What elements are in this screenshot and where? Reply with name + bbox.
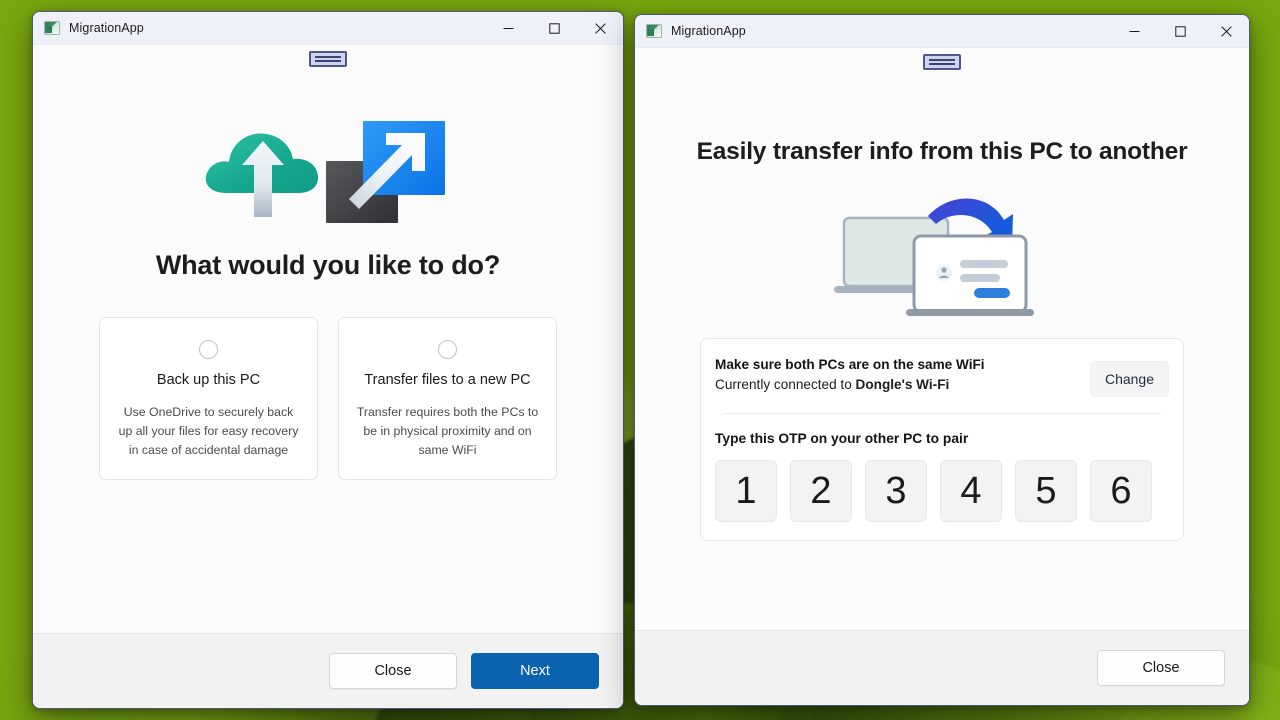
choice-description: Use OneDrive to securely back up all you… [118,405,299,457]
close-icon[interactable] [1203,15,1249,47]
maximize-icon[interactable] [1157,15,1203,47]
window-title: MigrationApp [69,21,144,35]
next-button[interactable]: Next [471,653,599,689]
otp-instruction-label: Type this OTP on your other PC to pair [715,431,969,446]
radio-transfer-files-to-a-new-pc[interactable] [438,340,457,359]
two-laptops-transfer-arrow-icon [635,186,1249,316]
titlebar-identity: MigrationApp [33,21,144,35]
window-snap-handle[interactable] [923,54,961,70]
caption-buttons [1111,15,1249,47]
pairing-info-card: Make sure both PCs are on the same WiFi … [700,338,1184,541]
minimize-icon[interactable] [485,12,531,44]
caption-buttons [485,12,623,44]
app-image-icon [646,24,662,38]
wifi-status-prefix: Currently connected to [715,377,856,392]
otp-digit: 6 [1090,460,1152,522]
window-snap-handle[interactable] [309,51,347,67]
migration-app-window-step2[interactable]: MigrationApp Easily transfer info from t… [634,14,1250,706]
close-icon[interactable] [577,12,623,44]
choice-card-transfer-files-to-a-new-pc[interactable]: Transfer files to a new PC Transfer requ… [338,317,557,481]
choice-cards: Back up this PC Use OneDrive to securely… [33,317,623,481]
titlebar[interactable]: MigrationApp [635,15,1249,48]
titlebar[interactable]: MigrationApp [33,12,623,45]
wifi-heading: Make sure both PCs are on the same WiFi [715,357,985,372]
otp-digit: 3 [865,460,927,522]
change-wifi-button[interactable]: Change [1089,361,1169,397]
wifi-status-row: Make sure both PCs are on the same WiFi … [713,355,1171,397]
window-content: What would you like to do? Back up this … [33,45,623,633]
otp-digit: 2 [790,460,852,522]
close-button[interactable]: Close [329,653,457,689]
radio-back-up-this-pc[interactable] [199,340,218,359]
titlebar-identity: MigrationApp [635,24,746,38]
window-footer: Close Next [33,633,623,708]
wifi-current-network: Currently connected to Dongle's Wi-Fi [715,377,1090,392]
app-image-icon [44,21,60,35]
window-footer: Close [635,630,1249,705]
window-content: Easily transfer info from this PC to ano… [635,48,1249,630]
choice-card-back-up-this-pc[interactable]: Back up this PC Use OneDrive to securely… [99,317,318,481]
page-headline: Easily transfer info from this PC to ano… [696,138,1188,165]
otp-digit: 5 [1015,460,1077,522]
maximize-icon[interactable] [531,12,577,44]
wifi-status-texts: Make sure both PCs are on the same WiFi … [715,355,1090,392]
choice-title: Back up this PC [156,372,261,388]
page-title: What would you like to do? [155,250,501,280]
cloud-upload-and-transfer-icon [33,45,623,225]
window-title: MigrationApp [671,24,746,38]
choice-title: Transfer files to a new PC [364,372,531,388]
choice-description: Transfer requires both the PCs to be in … [356,405,539,457]
close-button[interactable]: Close [1097,650,1225,686]
otp-digit: 1 [715,460,777,522]
migration-app-window-step1[interactable]: MigrationApp What would you like to do? … [32,11,624,709]
wifi-network-name: Dongle's Wi-Fi [855,377,950,392]
otp-code-row: 1 2 3 4 5 6 [713,446,1171,522]
otp-digit: 4 [940,460,1002,522]
minimize-icon[interactable] [1111,15,1157,47]
